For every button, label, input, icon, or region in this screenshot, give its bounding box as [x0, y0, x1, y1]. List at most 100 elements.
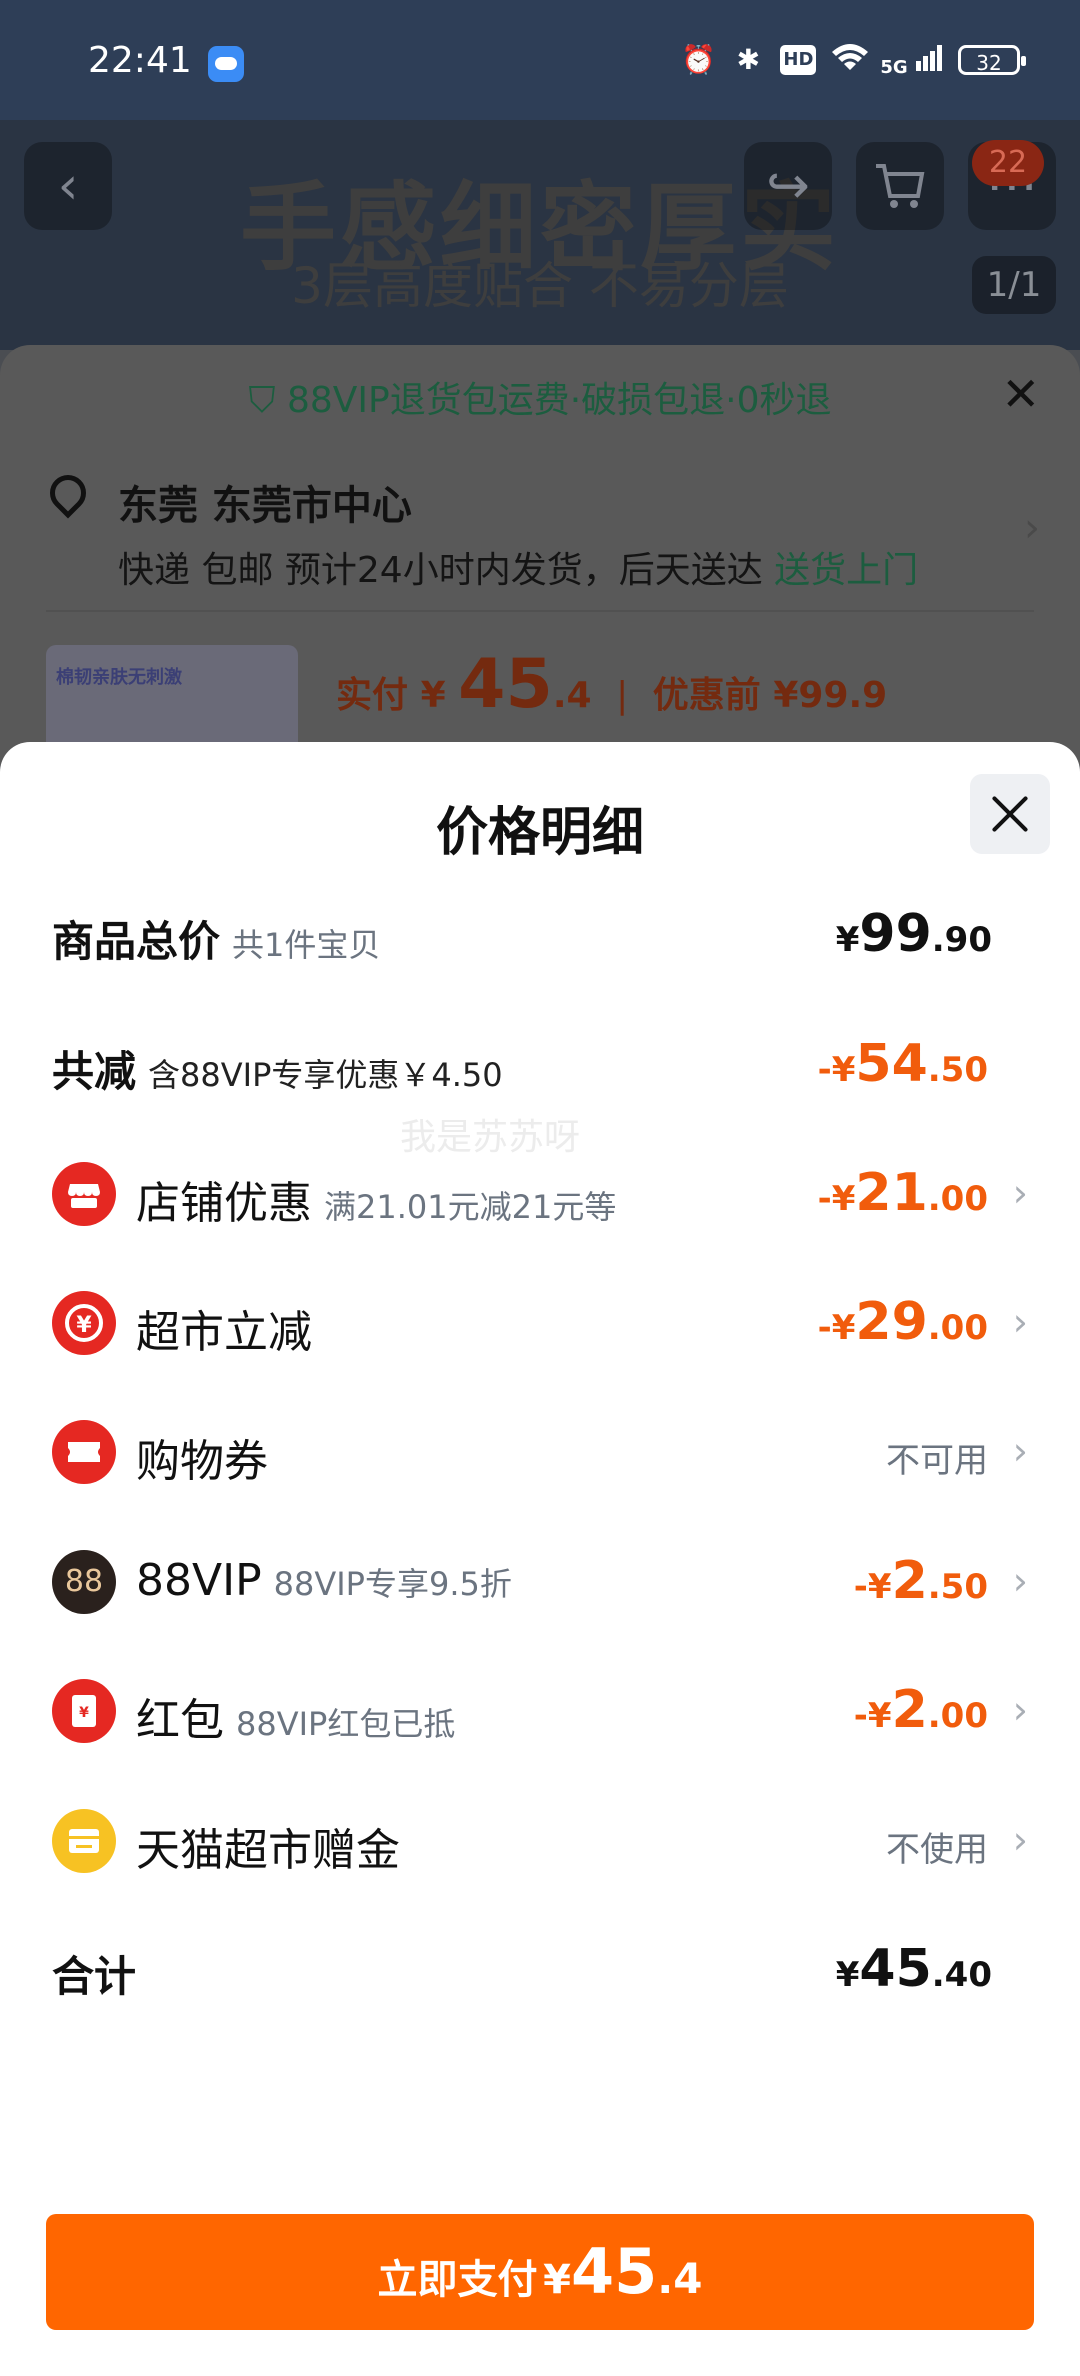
red-envelope-amount: -¥2.00	[854, 1680, 988, 1740]
supermarket-icon: ¥	[52, 1291, 116, 1355]
vip-label: 88VIP	[136, 1555, 262, 1606]
vip-discount-note: 含88VIP专享优惠￥4.50	[148, 1056, 503, 1094]
order-sheet-close-button[interactable]: ✕	[1001, 367, 1040, 421]
currency: ¥	[835, 920, 860, 960]
paid-price-summary: 实付 ¥ 45.4 | 优惠前 ¥99.9	[336, 645, 887, 724]
vip-guarantee-banner: ⛉ 88VIP退货包运费·破损包退·0秒退	[0, 371, 1080, 423]
shop-discount-label: 店铺优惠	[136, 1178, 312, 1229]
currency: -¥	[817, 1308, 856, 1348]
chevron-right-icon: ›	[1012, 1171, 1028, 1215]
total-discount-label: 共减	[52, 1047, 137, 1096]
currency: -¥	[853, 1567, 892, 1607]
chevron-right-icon[interactable]: ›	[1024, 505, 1040, 551]
watermark: 我是苏苏呀	[400, 1117, 581, 1158]
row-total-goods: 商品总价 共1件宝贝 ¥99.90	[52, 890, 1028, 980]
bluetooth-icon: ✱	[736, 43, 761, 76]
share-button[interactable]: ↪	[744, 142, 832, 230]
shop-discount-rule: 满21.01元减21元等	[324, 1188, 617, 1226]
price-int: 2	[891, 1680, 928, 1740]
status-time: 22:41	[88, 40, 192, 81]
row-label: 天猫超市赠金	[136, 1814, 400, 1878]
supermarket-discount-amount: -¥29.00	[818, 1292, 988, 1352]
price-int: 99	[859, 904, 932, 964]
share-icon: ↪	[766, 156, 810, 216]
row-label: 商品总价 共1件宝贝	[52, 908, 380, 969]
cart-icon	[876, 164, 925, 208]
row-label: 购物券	[136, 1425, 268, 1489]
row-shopping-coupon[interactable]: 购物券 不可用 ›	[52, 1407, 1028, 1497]
pay-price-int: 45	[570, 2235, 658, 2308]
back-arrow-icon: ‹	[57, 156, 79, 216]
status-bar: 22:41 ⏰ ✱ HD 5G 32	[0, 0, 1080, 120]
red-envelope-note: 88VIP红包已抵	[236, 1705, 456, 1743]
vip-guarantee-text: 88VIP退货包运费·破损包退·0秒退	[286, 380, 832, 421]
88vip-icon: 88	[52, 1550, 116, 1614]
row-total-discount: 共减 含88VIP专享优惠￥4.50 -¥54.50	[52, 1020, 1028, 1110]
close-icon: ✕	[1001, 367, 1040, 421]
cart-count-badge: 22	[972, 140, 1044, 186]
shipping-text: 快递 包邮 预计24小时内发货，后天送达	[118, 550, 763, 591]
product-banner-subtitle: 3层高度贴合 不易分层	[291, 257, 789, 315]
supermarket-icon-glyph: ¥	[76, 1313, 92, 1338]
chevron-right-icon: ›	[1012, 1300, 1028, 1344]
row-grand-total: 合计 ¥45.40	[52, 1925, 1028, 2015]
paid-price-int: 45	[458, 645, 553, 724]
wifi-icon	[830, 42, 869, 78]
grand-total-label: 合计	[52, 1952, 137, 2001]
red-envelope-label: 红包	[136, 1695, 224, 1746]
row-88vip[interactable]: 88 88VIP 88VIP专享9.5折 -¥2.50 ›	[52, 1537, 1028, 1627]
price-dec: .00	[927, 1308, 988, 1348]
product-thumbnail-text: 棉韧亲肤无刺激	[56, 667, 182, 688]
price-int: 45	[859, 1939, 932, 1999]
weather-icon	[208, 46, 244, 82]
paid-price-dec: .4	[552, 675, 592, 716]
currency: -¥	[817, 1179, 856, 1219]
pay-now-label: 立即支付	[377, 2257, 538, 2303]
before-discount-price: ¥99.9	[773, 675, 888, 716]
price-detail-sheet: 价格明细 商品总价 共1件宝贝 ¥99.90 共减 含88VIP专享优惠￥4.50 …	[0, 742, 1080, 2376]
row-label: 88VIP 88VIP专享9.5折	[136, 1555, 512, 1606]
row-label: 合计	[52, 1943, 136, 2004]
divider	[46, 610, 1034, 612]
vip-rule: 88VIP专享9.5折	[273, 1565, 512, 1603]
coupon-icon	[52, 1420, 116, 1484]
row-label: 共减 含88VIP专享优惠￥4.50	[52, 1038, 503, 1099]
chevron-right-icon: ›	[1012, 1429, 1028, 1473]
shield-check-icon: ⛉	[248, 380, 276, 421]
5g-signal-icon: 5G	[880, 43, 944, 78]
price-int: 21	[855, 1163, 928, 1223]
coupon-label: 购物券	[136, 1436, 268, 1487]
delivery-location[interactable]: 东莞 东莞市中心	[118, 473, 412, 531]
pay-now-button[interactable]: 立即支付 ¥45.4	[46, 2214, 1034, 2330]
row-shop-discount[interactable]: 店铺优惠 满21.01元减21元等 -¥21.00 ›	[52, 1149, 1028, 1239]
image-page-indicator: 1/1	[972, 256, 1056, 314]
row-supermarket-discount[interactable]: ¥ 超市立减 -¥29.00 ›	[52, 1278, 1028, 1368]
price-dec: .40	[931, 1955, 992, 1995]
coupon-status: 不可用	[886, 1441, 988, 1481]
vip-discount-amount: -¥2.50	[854, 1551, 988, 1611]
tmall-bonus-label: 天猫超市赠金	[136, 1825, 400, 1876]
price-separator: |	[616, 675, 629, 716]
chevron-right-icon: ›	[1012, 1818, 1028, 1862]
chevron-right-icon: ›	[1012, 1559, 1028, 1603]
shop-discount-amount: -¥21.00	[818, 1163, 988, 1223]
cart-button[interactable]	[856, 142, 944, 230]
total-discount-amount: -¥54.50	[818, 1034, 988, 1094]
row-label: 超市立减	[136, 1296, 312, 1360]
total-goods-count: 共1件宝贝	[232, 926, 381, 964]
total-goods-price: ¥99.90	[836, 904, 992, 964]
row-label: 红包 88VIP红包已抵	[136, 1684, 455, 1748]
price-int: 54	[855, 1034, 928, 1094]
close-button[interactable]	[970, 774, 1050, 854]
gift-card-icon	[52, 1809, 116, 1873]
back-button[interactable]: ‹	[24, 142, 112, 230]
battery-icon: 32	[958, 45, 1026, 75]
red-envelope-icon-glyph: ¥	[79, 1705, 89, 1721]
row-red-envelope[interactable]: ¥ 红包 88VIP红包已抵 -¥2.00 ›	[52, 1666, 1028, 1756]
price-dec: .00	[927, 1179, 988, 1219]
row-tmall-bonus[interactable]: 天猫超市赠金 不使用 ›	[52, 1796, 1028, 1886]
door-delivery-link[interactable]: 送货上门	[774, 550, 918, 591]
location-pin-icon	[42, 467, 94, 519]
price-dec: .00	[927, 1696, 988, 1736]
price-dec: .50	[927, 1567, 988, 1607]
